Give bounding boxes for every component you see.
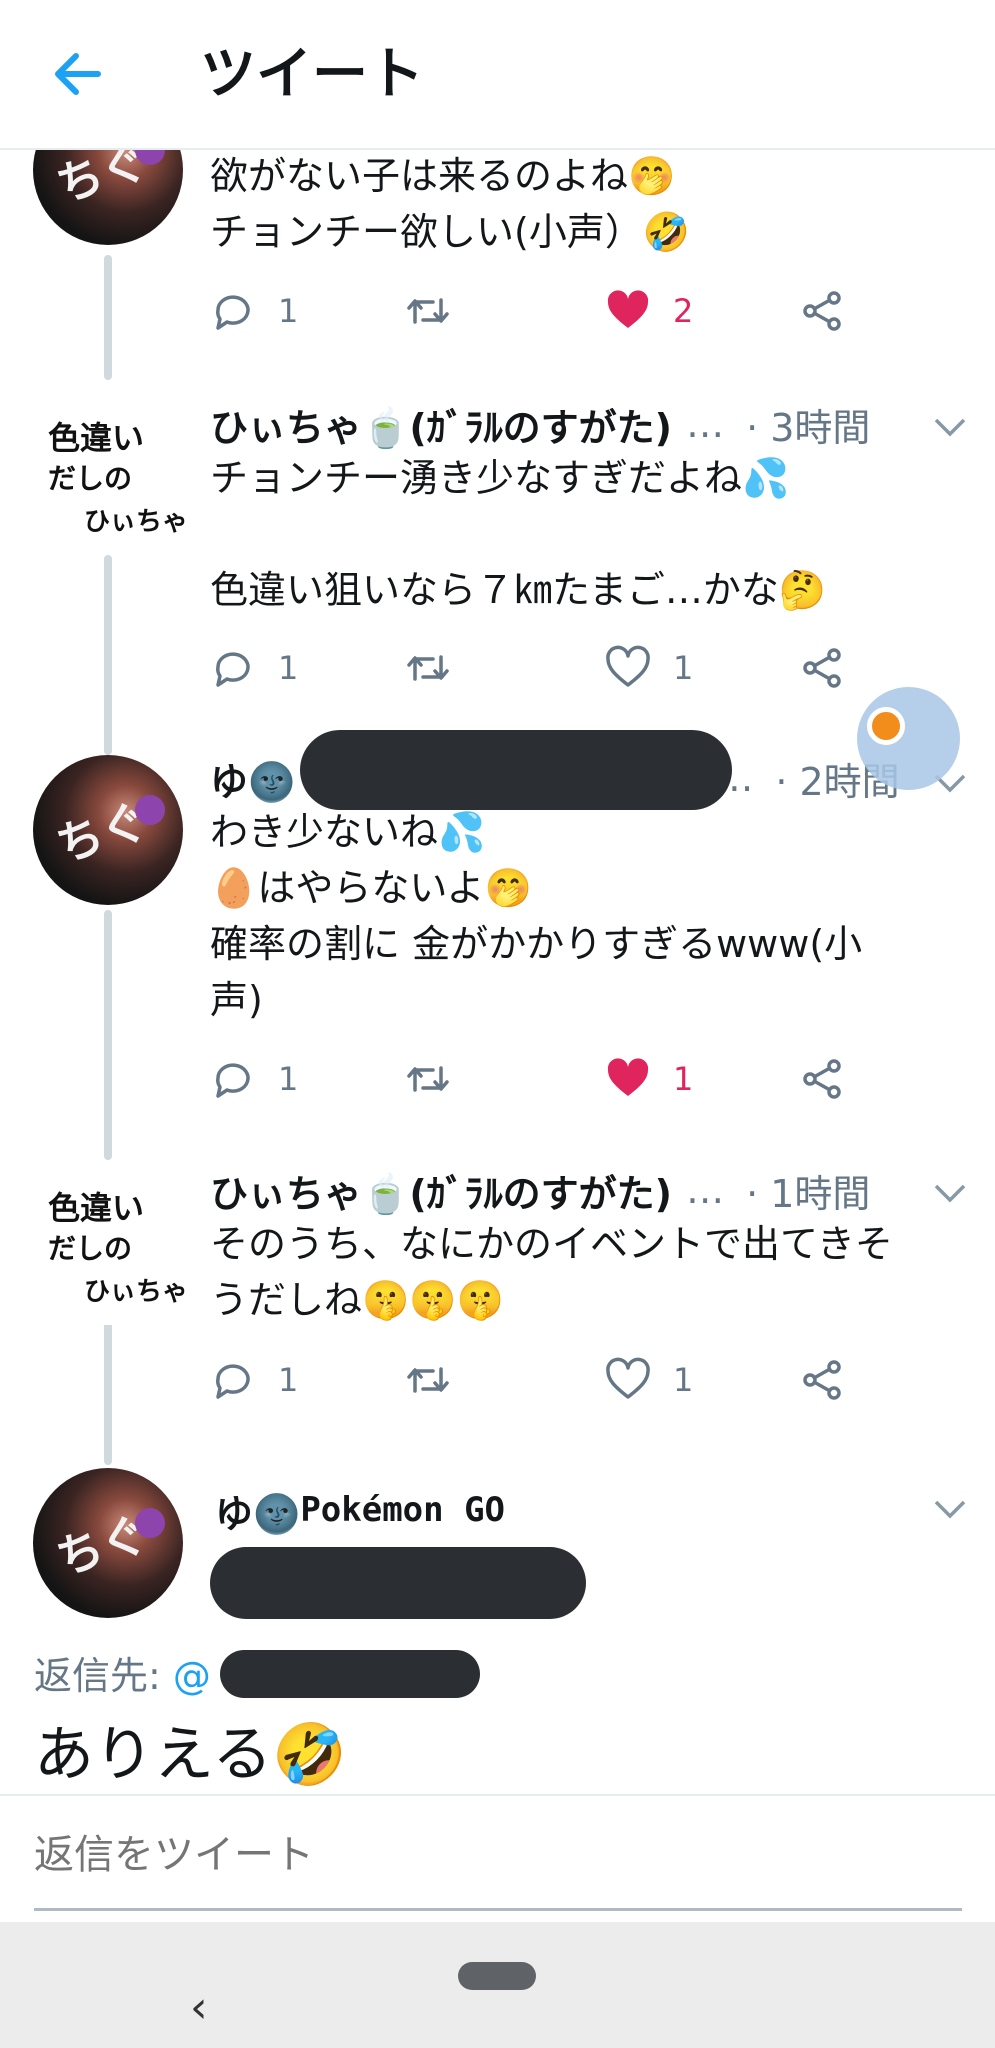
avatar-text-line: ひぃちゃ (84, 507, 188, 537)
share-icon (803, 291, 841, 331)
avatar-text-line: だしの (48, 462, 133, 495)
avatar-text-line: ひぃちゃ (84, 1277, 188, 1307)
display-name[interactable]: ゆ🌚 (215, 1483, 300, 1538)
share-button[interactable] (800, 638, 846, 698)
reply-button[interactable]: 1 (210, 1049, 298, 1109)
tweet-text: チョンチー湧き少なすぎだよね💦 色違い狙いなら７㎞たまご…かな🤔 (210, 456, 827, 612)
like-button[interactable]: 1 (605, 638, 693, 698)
reply-to-line: 返信先: @ (34, 1645, 211, 1700)
reply-icon (216, 1063, 250, 1098)
input-underline (34, 1908, 962, 1911)
reply-button[interactable]: 1 (210, 1350, 298, 1410)
like-count: 1 (673, 1060, 694, 1098)
like-button[interactable]: 1 (605, 1049, 693, 1109)
chevron-down-icon[interactable] (930, 1178, 970, 1208)
display-name-suffix[interactable]: Pokémon GO (300, 1490, 505, 1530)
reply-button[interactable]: 1 (210, 638, 298, 698)
like-count: 2 (673, 292, 694, 330)
heart-outline-icon (606, 645, 650, 687)
reply-count: 1 (278, 292, 299, 330)
thread-connector (104, 555, 112, 755)
tweet-actions: 1 1 (210, 1049, 870, 1109)
like-count: 1 (673, 1361, 694, 1399)
thread-connector (104, 255, 112, 380)
retweet-icon (407, 655, 449, 681)
retweet-button[interactable] (405, 281, 451, 341)
heart-filled-icon (607, 290, 649, 328)
redacted-reply-handle (220, 1650, 480, 1698)
reply-input[interactable] (34, 1832, 962, 1878)
tweet-header: ひぃちゃ🍵(ｶﾞﾗﾙのすがた) … · 3時間 (210, 398, 870, 450)
main-tweet-header: ゆ🌚 Pokémon GO (215, 1480, 505, 1540)
thread-connector (104, 1320, 112, 1465)
avatar-text-line: 色違い (48, 1189, 145, 1227)
retweet-icon (407, 298, 449, 324)
avatar-text-line: 色違い (48, 419, 145, 457)
back-arrow-icon[interactable] (48, 44, 108, 104)
share-button[interactable] (800, 281, 846, 341)
chevron-down-icon[interactable] (930, 412, 970, 442)
name-ellipsis: … (686, 1168, 725, 1212)
retweet-icon (407, 1066, 449, 1092)
retweet-button[interactable] (405, 638, 451, 698)
header-bar: ツイート (0, 0, 995, 150)
share-button[interactable] (800, 1049, 846, 1109)
reply-count: 1 (278, 1060, 299, 1098)
reply-icon (216, 1364, 250, 1399)
share-button[interactable] (800, 1350, 846, 1410)
tweet-actions: 1 1 (210, 1350, 870, 1410)
redacted-handle (210, 1547, 586, 1619)
timestamp[interactable]: · 3時間 (746, 397, 870, 452)
like-button[interactable]: 1 (605, 1350, 693, 1410)
thread-connector (104, 910, 112, 1160)
display-name[interactable]: ひぃちゃ🍵(ｶﾞﾗﾙのすがた) (210, 1163, 672, 1218)
name-ellipsis: … (686, 402, 725, 446)
system-nav-bar: ‹ (0, 1922, 995, 2048)
tweet-actions: 1 2 (210, 281, 870, 341)
retweet-button[interactable] (405, 1049, 451, 1109)
reply-to-label: 返信先: (34, 1654, 161, 1698)
page-title: ツイート (200, 42, 424, 107)
reply-composer (0, 1794, 995, 1920)
display-name[interactable]: ゆ🌚 (210, 751, 295, 806)
reply-to-handle[interactable]: @ (173, 1654, 211, 1698)
chevron-down-icon[interactable] (930, 1494, 970, 1524)
like-count: 1 (673, 649, 694, 687)
reply-count: 1 (278, 1361, 299, 1399)
nav-back-icon[interactable]: ‹ (190, 1982, 208, 2033)
share-icon (803, 648, 841, 688)
reply-icon (216, 295, 250, 330)
retweet-button[interactable] (405, 1350, 451, 1410)
heart-outline-icon (606, 1357, 650, 1399)
tweet-text: そのうち、なにかのイベントで出てきそ うだしね🤫🤫🤫 (210, 1222, 893, 1322)
heart-filled-icon (607, 1058, 649, 1096)
avatar[interactable]: 色違い だしの ひぃちゃ (38, 1175, 188, 1325)
reply-icon (216, 652, 250, 687)
tweet-actions: 1 1 (210, 638, 870, 698)
share-icon (803, 1059, 841, 1099)
avatar-sticker (135, 1508, 165, 1538)
floating-bubble[interactable] (857, 687, 960, 790)
tweet-text: わき少ないね💦 🥚はやらないよ🤭 確率の割に 金がかかりすぎるwww(小 声) (210, 810, 863, 1022)
redaction-block (300, 730, 732, 810)
home-pill[interactable] (458, 1962, 536, 1990)
reply-count: 1 (278, 649, 299, 687)
share-icon (803, 1360, 841, 1400)
tweet-text: 欲がない子は来るのよね🤭 チョンチー欲しい(小声）🤣 (210, 154, 691, 254)
avatar-sticker (135, 795, 165, 825)
avatar-text-line: だしの (48, 1232, 133, 1265)
retweet-icon (407, 1367, 449, 1393)
avatar[interactable]: 色違い だしの ひぃちゃ (38, 405, 188, 555)
avatar[interactable]: ちぐ (33, 1468, 183, 1618)
display-name[interactable]: ひぃちゃ🍵(ｶﾞﾗﾙのすがた) (210, 397, 672, 452)
avatar[interactable]: ちぐ (33, 755, 183, 905)
floating-bubble-dot (867, 707, 905, 745)
reply-button[interactable]: 1 (210, 281, 298, 341)
main-tweet-text: ありえる🤣 (34, 1720, 347, 1790)
timestamp[interactable]: · 1時間 (746, 1163, 870, 1218)
like-button[interactable]: 2 (605, 281, 693, 341)
tweet-header: ひぃちゃ🍵(ｶﾞﾗﾙのすがた) … · 1時間 (210, 1164, 870, 1216)
